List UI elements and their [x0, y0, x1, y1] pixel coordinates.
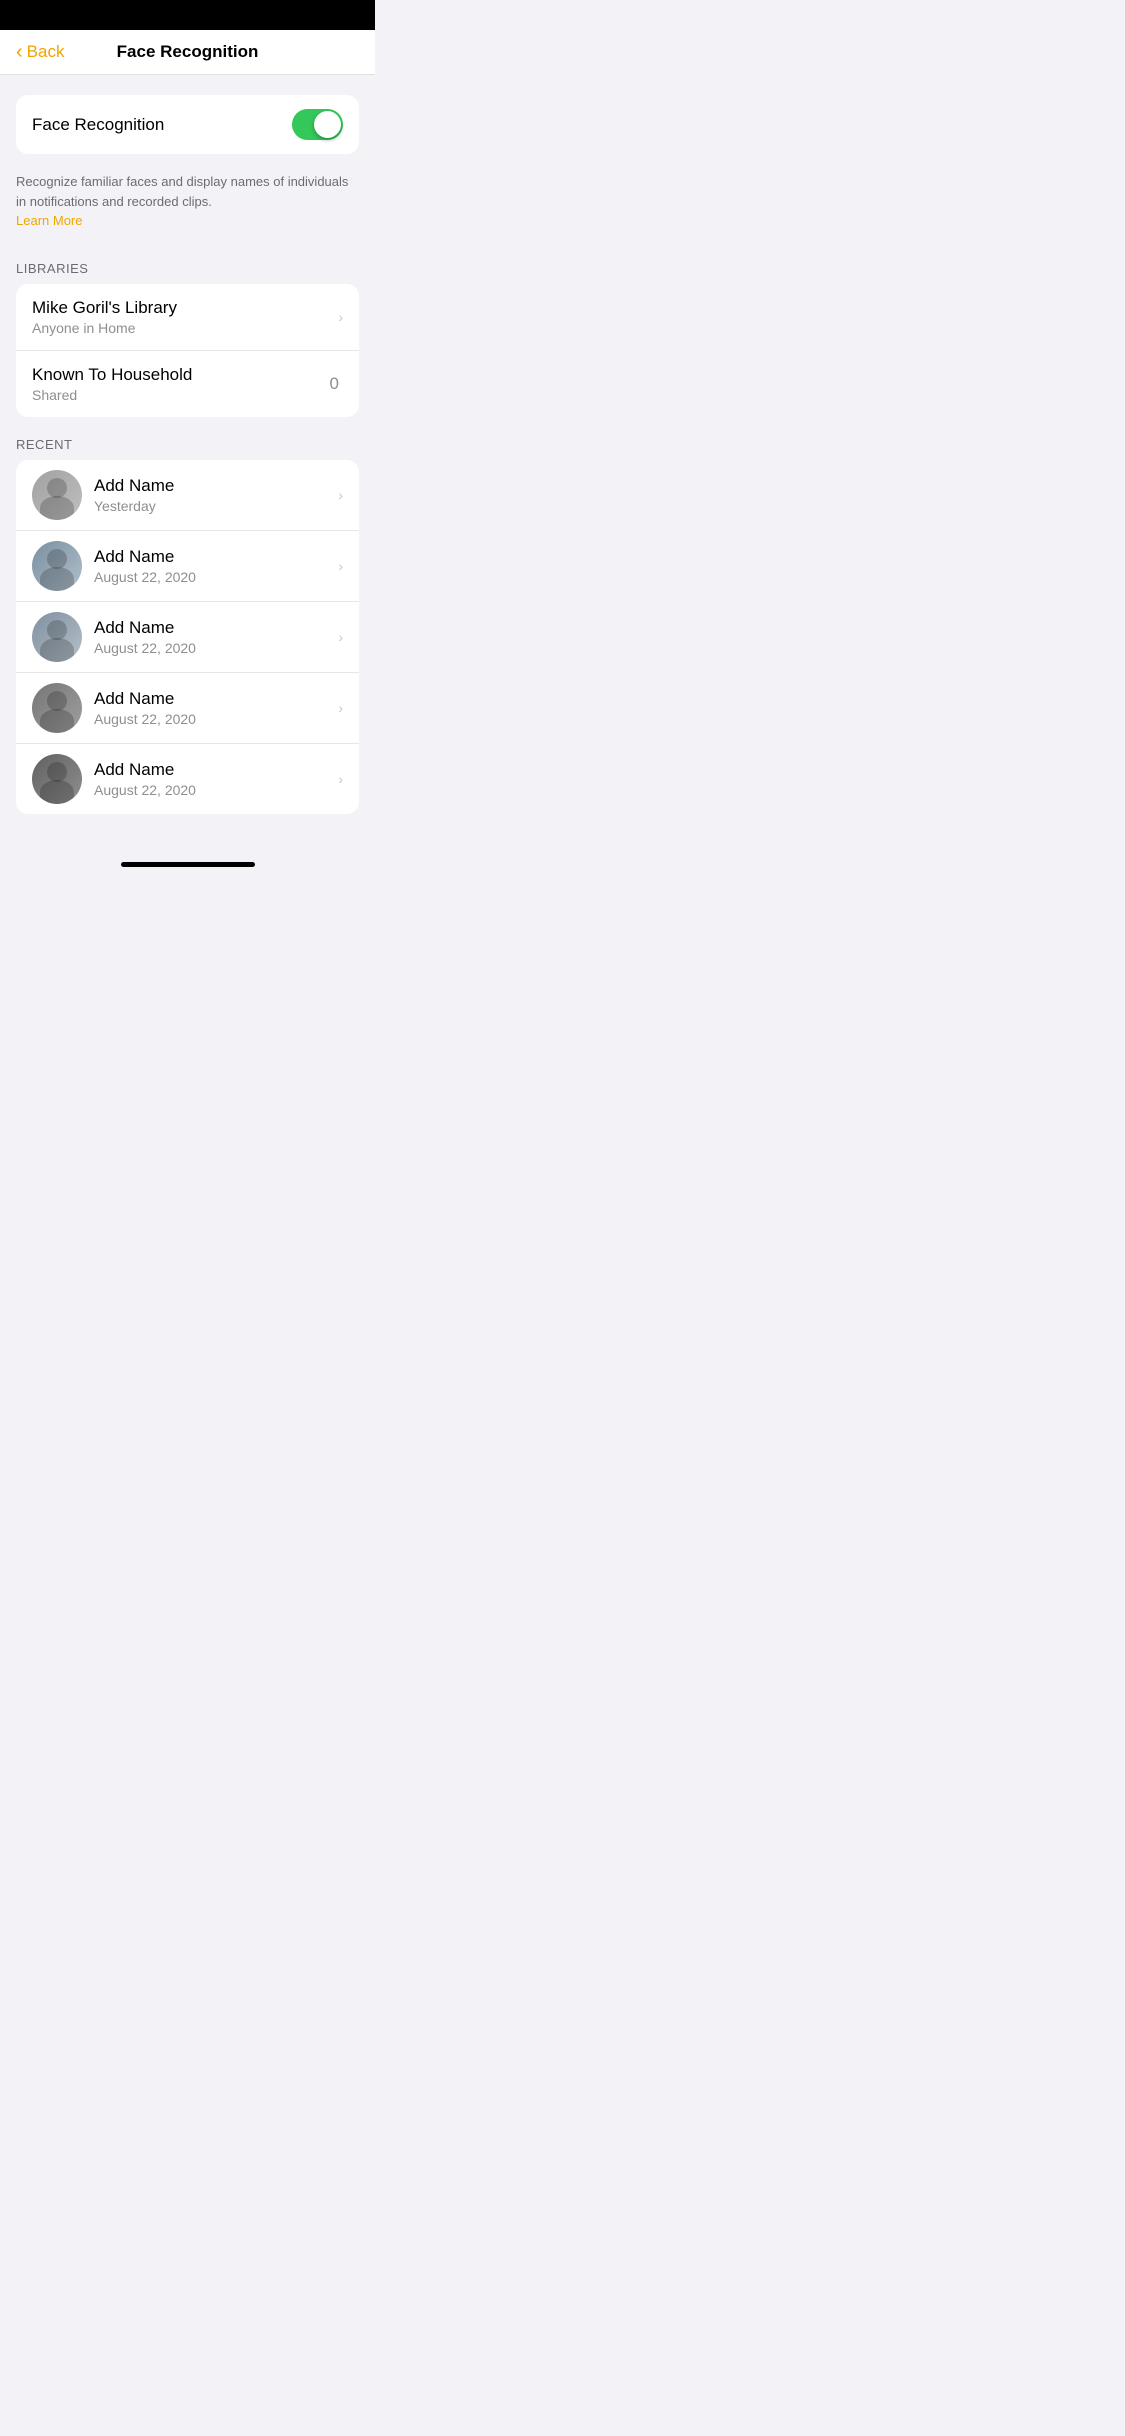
- recent-item-date-1: Yesterday: [94, 498, 326, 514]
- recent-item-info-2: Add Name August 22, 2020: [94, 547, 326, 585]
- navigation-bar: ‹ Back Face Recognition: [0, 30, 375, 75]
- libraries-list: Mike Goril's Library Anyone in Home › Kn…: [16, 284, 359, 417]
- chevron-right-icon-r4: ›: [338, 700, 343, 716]
- chevron-right-icon-r1: ›: [338, 487, 343, 503]
- avatar-3: [32, 612, 82, 662]
- recent-item-date-4: August 22, 2020: [94, 711, 326, 727]
- avatar-4: [32, 683, 82, 733]
- chevron-right-icon-r5: ›: [338, 771, 343, 787]
- recent-item-name-3: Add Name: [94, 618, 326, 638]
- libraries-section-header: LIBRARIES: [0, 261, 375, 284]
- home-indicator-bar: [121, 862, 255, 867]
- avatar-2: [32, 541, 82, 591]
- home-indicator: [0, 854, 375, 873]
- library-item-title: Mike Goril's Library: [32, 298, 177, 318]
- library-item-right: ›: [338, 309, 343, 325]
- recent-item-date-5: August 22, 2020: [94, 782, 326, 798]
- back-button-label: Back: [27, 42, 65, 62]
- chevron-right-icon-r3: ›: [338, 629, 343, 645]
- library-item-household[interactable]: Known To Household Shared 0: [16, 351, 359, 417]
- recent-item-3[interactable]: Add Name August 22, 2020 ›: [16, 602, 359, 673]
- recent-section-header: RECENT: [0, 437, 375, 460]
- recent-item-info-1: Add Name Yesterday: [94, 476, 326, 514]
- chevron-right-icon-r2: ›: [338, 558, 343, 574]
- library-item-subtitle: Anyone in Home: [32, 320, 177, 336]
- recent-item-1[interactable]: Add Name Yesterday ›: [16, 460, 359, 531]
- avatar-5: [32, 754, 82, 804]
- recent-item-name-5: Add Name: [94, 760, 326, 780]
- recent-item-info-3: Add Name August 22, 2020: [94, 618, 326, 656]
- recent-item-info-4: Add Name August 22, 2020: [94, 689, 326, 727]
- recent-item-info-5: Add Name August 22, 2020: [94, 760, 326, 798]
- face-recognition-label: Face Recognition: [32, 115, 164, 135]
- description-block: Recognize familiar faces and display nam…: [0, 164, 375, 251]
- learn-more-link[interactable]: Learn More: [16, 213, 82, 228]
- library-item-subtitle-2: Shared: [32, 387, 192, 403]
- recent-item-name-4: Add Name: [94, 689, 326, 709]
- recent-item-4[interactable]: Add Name August 22, 2020 ›: [16, 673, 359, 744]
- status-bar: [0, 0, 375, 30]
- library-item-left: Mike Goril's Library Anyone in Home: [32, 298, 177, 336]
- library-item-right-2: 0: [330, 374, 343, 394]
- avatar-1: [32, 470, 82, 520]
- back-chevron-icon: ‹: [16, 42, 23, 62]
- recent-item-5[interactable]: Add Name August 22, 2020 ›: [16, 744, 359, 814]
- library-item-left-2: Known To Household Shared: [32, 365, 192, 403]
- face-recognition-toggle[interactable]: [292, 109, 343, 140]
- library-item-mike-goril[interactable]: Mike Goril's Library Anyone in Home ›: [16, 284, 359, 351]
- chevron-right-icon: ›: [338, 309, 343, 325]
- household-badge: 0: [330, 374, 339, 394]
- description-text: Recognize familiar faces and display nam…: [16, 174, 348, 209]
- back-button[interactable]: ‹ Back: [16, 42, 64, 62]
- recent-item-date-3: August 22, 2020: [94, 640, 326, 656]
- recent-item-name-1: Add Name: [94, 476, 326, 496]
- recent-item-date-2: August 22, 2020: [94, 569, 326, 585]
- library-item-title-2: Known To Household: [32, 365, 192, 385]
- toggle-thumb: [314, 111, 341, 138]
- face-recognition-toggle-row[interactable]: Face Recognition: [16, 95, 359, 154]
- main-content: Face Recognition Recognize familiar face…: [0, 75, 375, 854]
- recent-item-name-2: Add Name: [94, 547, 326, 567]
- recent-list: Add Name Yesterday › Add Name August 22,…: [16, 460, 359, 814]
- recent-item-2[interactable]: Add Name August 22, 2020 ›: [16, 531, 359, 602]
- page-title: Face Recognition: [117, 42, 259, 62]
